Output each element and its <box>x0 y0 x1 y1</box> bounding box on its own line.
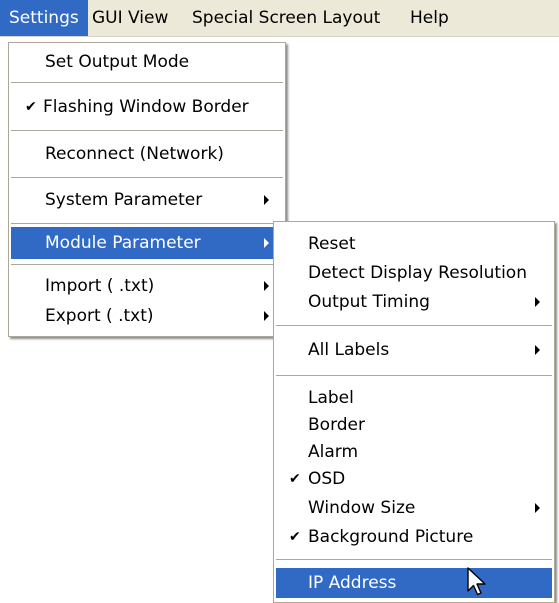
arrow-cursor-icon <box>467 567 486 596</box>
submenu-arrow-icon <box>535 297 540 307</box>
menu-item-label: Set Output Mode <box>45 52 190 72</box>
submenu-arrow-icon <box>535 503 540 513</box>
menu-item-label: Flashing Window Border <box>43 97 249 117</box>
submenu-arrow-icon <box>264 311 269 321</box>
menu-special-screen-layout[interactable]: Special Screen Layout <box>183 0 389 36</box>
menu-item-label[interactable]: Label <box>276 384 552 412</box>
menu-item-osd[interactable]: ✔ OSD <box>276 465 552 493</box>
menu-settings[interactable]: Settings <box>0 0 88 36</box>
menu-separator <box>11 82 283 84</box>
menu-item-window-size[interactable]: Window Size <box>276 494 552 522</box>
menu-item-label: IP Address <box>308 573 397 593</box>
menu-item-label: Alarm <box>308 442 359 462</box>
menu-item-set-output-mode[interactable]: Set Output Mode <box>11 45 283 79</box>
menu-item-label: Output Timing <box>308 292 430 312</box>
menu-item-label: OSD <box>308 469 346 489</box>
menu-item-border[interactable]: Border <box>276 411 552 439</box>
menu-item-label: Detect Display Resolution <box>308 263 527 283</box>
menu-item-label-text: Label <box>308 388 354 408</box>
check-mark-icon: ✔ <box>289 471 301 487</box>
menu-item-detect-display-resolution[interactable]: Detect Display Resolution <box>276 259 552 287</box>
menu-item-label: Window Size <box>308 498 416 518</box>
menu-item-label: Export ( .txt) <box>45 306 154 326</box>
menu-separator <box>11 177 283 179</box>
menu-item-module-parameter[interactable]: Module Parameter <box>11 227 283 259</box>
menu-item-label: Border <box>308 415 365 435</box>
module-parameter-submenu: Reset Detect Display Resolution Output T… <box>273 221 555 603</box>
submenu-arrow-icon <box>264 238 269 248</box>
menu-item-all-labels[interactable]: All Labels <box>276 334 552 366</box>
menu-item-export-txt[interactable]: Export ( .txt) <box>11 302 283 330</box>
check-mark-icon: ✔ <box>289 529 301 545</box>
menu-separator <box>11 130 283 132</box>
menu-separator <box>11 264 283 266</box>
menu-item-reset[interactable]: Reset <box>276 230 552 258</box>
menu-item-label: Module Parameter <box>45 233 201 253</box>
menu-item-label: Reconnect (Network) <box>45 144 224 164</box>
menu-bar: Settings GUI View Special Screen Layout … <box>0 0 559 37</box>
submenu-arrow-icon <box>264 195 269 205</box>
menu-item-ip-address[interactable]: IP Address <box>276 568 552 598</box>
menu-separator <box>276 559 552 561</box>
menu-item-label: Import ( .txt) <box>45 276 155 296</box>
submenu-arrow-icon <box>264 281 269 291</box>
menu-item-label: All Labels <box>308 340 390 360</box>
menu-item-flashing-window-border[interactable]: ✔ Flashing Window Border <box>11 87 283 127</box>
menu-separator <box>11 223 283 225</box>
menu-item-reconnect-network[interactable]: Reconnect (Network) <box>11 135 283 173</box>
menu-item-label: System Parameter <box>45 190 203 210</box>
menu-item-system-parameter[interactable]: System Parameter <box>11 181 283 219</box>
menu-separator <box>276 325 552 327</box>
settings-dropdown-menu: Set Output Mode ✔ Flashing Window Border… <box>8 42 286 337</box>
menu-gui-view[interactable]: GUI View <box>83 0 177 36</box>
menu-help[interactable]: Help <box>401 0 458 36</box>
menu-item-alarm[interactable]: Alarm <box>276 438 552 466</box>
check-mark-icon: ✔ <box>25 99 37 115</box>
menu-item-label: Reset <box>308 234 356 254</box>
menu-separator <box>276 375 552 377</box>
menu-item-import-txt[interactable]: Import ( .txt) <box>11 272 283 300</box>
menu-item-label: Background Picture <box>308 527 474 547</box>
menu-item-background-picture[interactable]: ✔ Background Picture <box>276 523 552 551</box>
submenu-arrow-icon <box>535 345 540 355</box>
menu-item-output-timing[interactable]: Output Timing <box>276 288 552 316</box>
